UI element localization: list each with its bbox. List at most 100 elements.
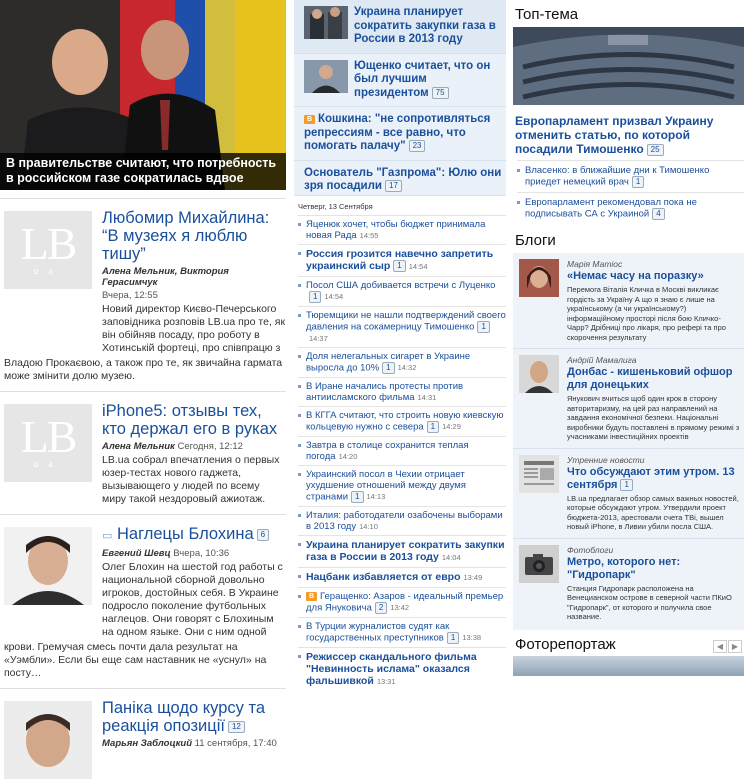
top-news-item[interactable]: Ющенко считает, что он был лучшим презид… [294, 54, 506, 108]
comment-count-badge[interactable]: 1 [351, 490, 364, 503]
comment-count-badge[interactable]: 23 [408, 140, 426, 153]
comment-count-badge[interactable]: 1 [631, 176, 645, 188]
lb-logo-thumb: LB ua [4, 211, 92, 289]
top-news-title: Украина планирует сократить закупки газа… [354, 6, 496, 45]
blog-item[interactable]: Андрій Мамалига Донбас - кишеньковий офш… [513, 349, 744, 449]
lb-logo-thumb: LB ua [4, 404, 92, 482]
news-thumb [304, 6, 348, 39]
feed-item-time: 14:55 [359, 230, 379, 240]
feed-item[interactable]: Украина планирует сократить закупки газа… [298, 534, 506, 567]
feed-item-title: Тюремщики не нашли подтверждений своего … [306, 309, 506, 333]
feed-item[interactable]: Россия грозится навечно запретить украин… [298, 243, 506, 276]
comment-count-badge[interactable]: 75 [431, 86, 449, 99]
comment-count-badge[interactable]: 4 [652, 208, 665, 220]
top-topic-item[interactable]: Европарламент рекомендовал пока не подпи… [517, 192, 744, 224]
feed-item[interactable]: Посол США добивается встречи с Луценко1 1… [298, 275, 506, 306]
blog-excerpt: Перемога Віталія Кличка в Москві виклика… [567, 285, 726, 342]
feed-item[interactable]: В Турции журналистов судят как государст… [298, 616, 506, 647]
feed-item[interactable]: Тюремщики не нашли подтверждений своего … [298, 305, 506, 347]
blog-author[interactable]: Марія Матіос [567, 259, 740, 269]
feed-item[interactable]: В Иране начались протесты против антиисл… [298, 376, 506, 406]
feed-item-time: 13:49 [463, 572, 483, 582]
comment-count-badge[interactable]: 1 [477, 320, 490, 333]
story-title[interactable]: iPhone5: отзывы тех, кто держал его в ру… [102, 402, 286, 438]
story-title[interactable]: ▭ Наглецы Блохина 6 [102, 525, 286, 545]
feed-item-title: Украинский посол в Чехии отрицает ухудше… [306, 468, 466, 503]
top-topic-heading: Топ-тема [515, 6, 579, 23]
feed-item[interactable]: Италия: работодатели озабочены выборами … [298, 505, 506, 535]
top-topic-headline[interactable]: Европарламент призвал Украину отменить с… [515, 114, 742, 156]
feed-item[interactable]: Яценюк хочет, чтобы бюджет принимала нов… [298, 214, 506, 244]
comment-count-badge[interactable]: 17 [385, 180, 402, 193]
comment-count-badge[interactable]: 1 [309, 290, 322, 303]
comment-count-badge[interactable]: 1 [382, 361, 395, 374]
story-author[interactable]: Евгений Шевц [102, 548, 171, 559]
top-topic-photo[interactable] [513, 27, 744, 105]
story-lead: Новий директор Києво-Печерського заповід… [102, 303, 286, 354]
feed-item-time: 14:10 [359, 521, 378, 531]
blog-item[interactable]: Утренние новости Что обсуждают этим утро… [513, 449, 744, 539]
top-news-item[interactable]: B Кошкина: "не сопротивляться репрессиям … [294, 107, 506, 161]
story-card[interactable]: Паніка щодо курсу та реакція опозиції 12 … [0, 688, 286, 779]
feed-item-title: Нацбанк избавляется от евро [306, 570, 461, 583]
story-author[interactable]: Марьян Заблоцкий [102, 738, 192, 749]
comment-count-badge[interactable]: 12 [227, 720, 245, 733]
story-title[interactable]: Паніка щодо курсу та реакція опозиції 12 [102, 699, 286, 735]
news-thumb [304, 59, 348, 93]
feed-date: Четверг, 13 Сентября [298, 201, 373, 211]
comment-count-badge[interactable]: 25 [646, 143, 664, 156]
news-feed: Яценюк хочет, чтобы бюджет принимала нов… [294, 214, 506, 691]
top-news-item[interactable]: Основатель "Газпрома": Юлю они зря посад… [294, 161, 506, 196]
story-card[interactable]: LB ua Любомир Михайлина: “В музеях я любл… [0, 198, 286, 391]
blogs-list: Марія Матіос «Немає часу на поразку» Пер… [513, 253, 744, 630]
blog-author[interactable]: Фотоблоги [567, 545, 740, 555]
blog-item[interactable]: Фотоблоги Метро, которого нет: "Гидропар… [513, 539, 744, 628]
prev-arrow-icon[interactable]: ◀ [713, 639, 727, 653]
hero-caption[interactable]: В правительстве считают, что потребность… [0, 153, 286, 190]
top-news-title: Основатель "Газпрома": Юлю они зря посад… [304, 166, 502, 193]
comment-count-badge[interactable]: 1 [393, 259, 406, 272]
comment-count-badge[interactable]: 1 [426, 420, 440, 433]
feed-item[interactable]: Завтра в столице сохранится теплая погод… [298, 435, 506, 465]
comment-count-badge[interactable]: 2 [374, 601, 388, 614]
comment-count-badge[interactable]: 1 [620, 478, 633, 491]
news-feed-column: Украина планирует сократить закупки газа… [294, 0, 506, 691]
blogger-photo [519, 259, 559, 297]
feed-item-time: 14:13 [366, 492, 386, 502]
feed-item-title: В Турции журналистов судят как государст… [306, 620, 450, 644]
sidebar-column: Топ-тема Европарламент призвал Украину о… [513, 0, 744, 676]
feed-item-time: 14:20 [338, 451, 358, 461]
feed-item[interactable]: Украинский посол в Чехии отрицает ухудше… [298, 464, 506, 506]
top-news-list: Украина планирует сократить закупки газа… [294, 0, 506, 196]
story-title[interactable]: Любомир Михайлина: “В музеях я люблю тиш… [102, 209, 286, 263]
feed-item-time: 14:54 [324, 292, 344, 302]
blog-title[interactable]: Что обсуждают этим утром. 13 сентября 1 [567, 466, 740, 492]
feed-item-time: 13:31 [376, 676, 396, 686]
blog-author[interactable]: Утренние новости [567, 455, 740, 465]
story-card[interactable]: ▭ Наглецы Блохина 6 Евгений Шевц Вчера, 1… [0, 514, 286, 688]
main-stories-column: В правительстве считают, что потребность… [0, 0, 286, 779]
feed-item-time: 14:54 [408, 261, 428, 271]
blog-title[interactable]: Донбас - кишеньковий офшор для донецьких [567, 366, 740, 392]
feed-item-title: В КГГА считают, что строить новую киевск… [306, 409, 504, 433]
feed-item[interactable]: B Геращенко: Азаров - идеальный премьер д… [298, 586, 506, 617]
story-author[interactable]: Алена Мельник [102, 441, 175, 452]
comment-count-badge[interactable]: 6 [256, 528, 270, 541]
story-author[interactable]: Алена Мельник, Виктория Герасимчук [102, 266, 229, 288]
comment-count-badge[interactable]: 1 [446, 631, 460, 644]
top-topic-item[interactable]: Власенко: в ближайшие дни к Тимошенко пр… [517, 160, 744, 192]
blog-title[interactable]: «Немає часу на поразку» [567, 270, 740, 283]
feed-item[interactable]: Доля нелегальных сигарет в Украине вырос… [298, 346, 506, 377]
blog-title[interactable]: Метро, которого нет: "Гидропарк" [567, 556, 740, 582]
blog-excerpt: Станция Гидропарк расположена на Венециа… [567, 583, 732, 622]
feed-item[interactable]: Режиссер скандального фильма "Невинность… [298, 646, 506, 691]
next-arrow-icon[interactable]: ▶ [728, 639, 742, 653]
blog-item[interactable]: Марія Матіос «Немає часу на поразку» Пер… [513, 253, 744, 349]
hero-story[interactable]: В правительстве считают, что потребность… [0, 0, 286, 190]
top-news-item[interactable]: Украина планирует сократить закупки газа… [294, 0, 506, 54]
story-card[interactable]: LB ua iPhone5: отзывы тех, кто держал его… [0, 391, 286, 514]
blog-author[interactable]: Андрій Мамалига [567, 355, 740, 365]
story-date: Вчера, 10:36 [173, 548, 230, 559]
feed-item[interactable]: В КГГА считают, что строить новую киевск… [298, 405, 506, 436]
feed-item[interactable]: Нацбанк избавляется от евро 13:49 [298, 566, 506, 587]
